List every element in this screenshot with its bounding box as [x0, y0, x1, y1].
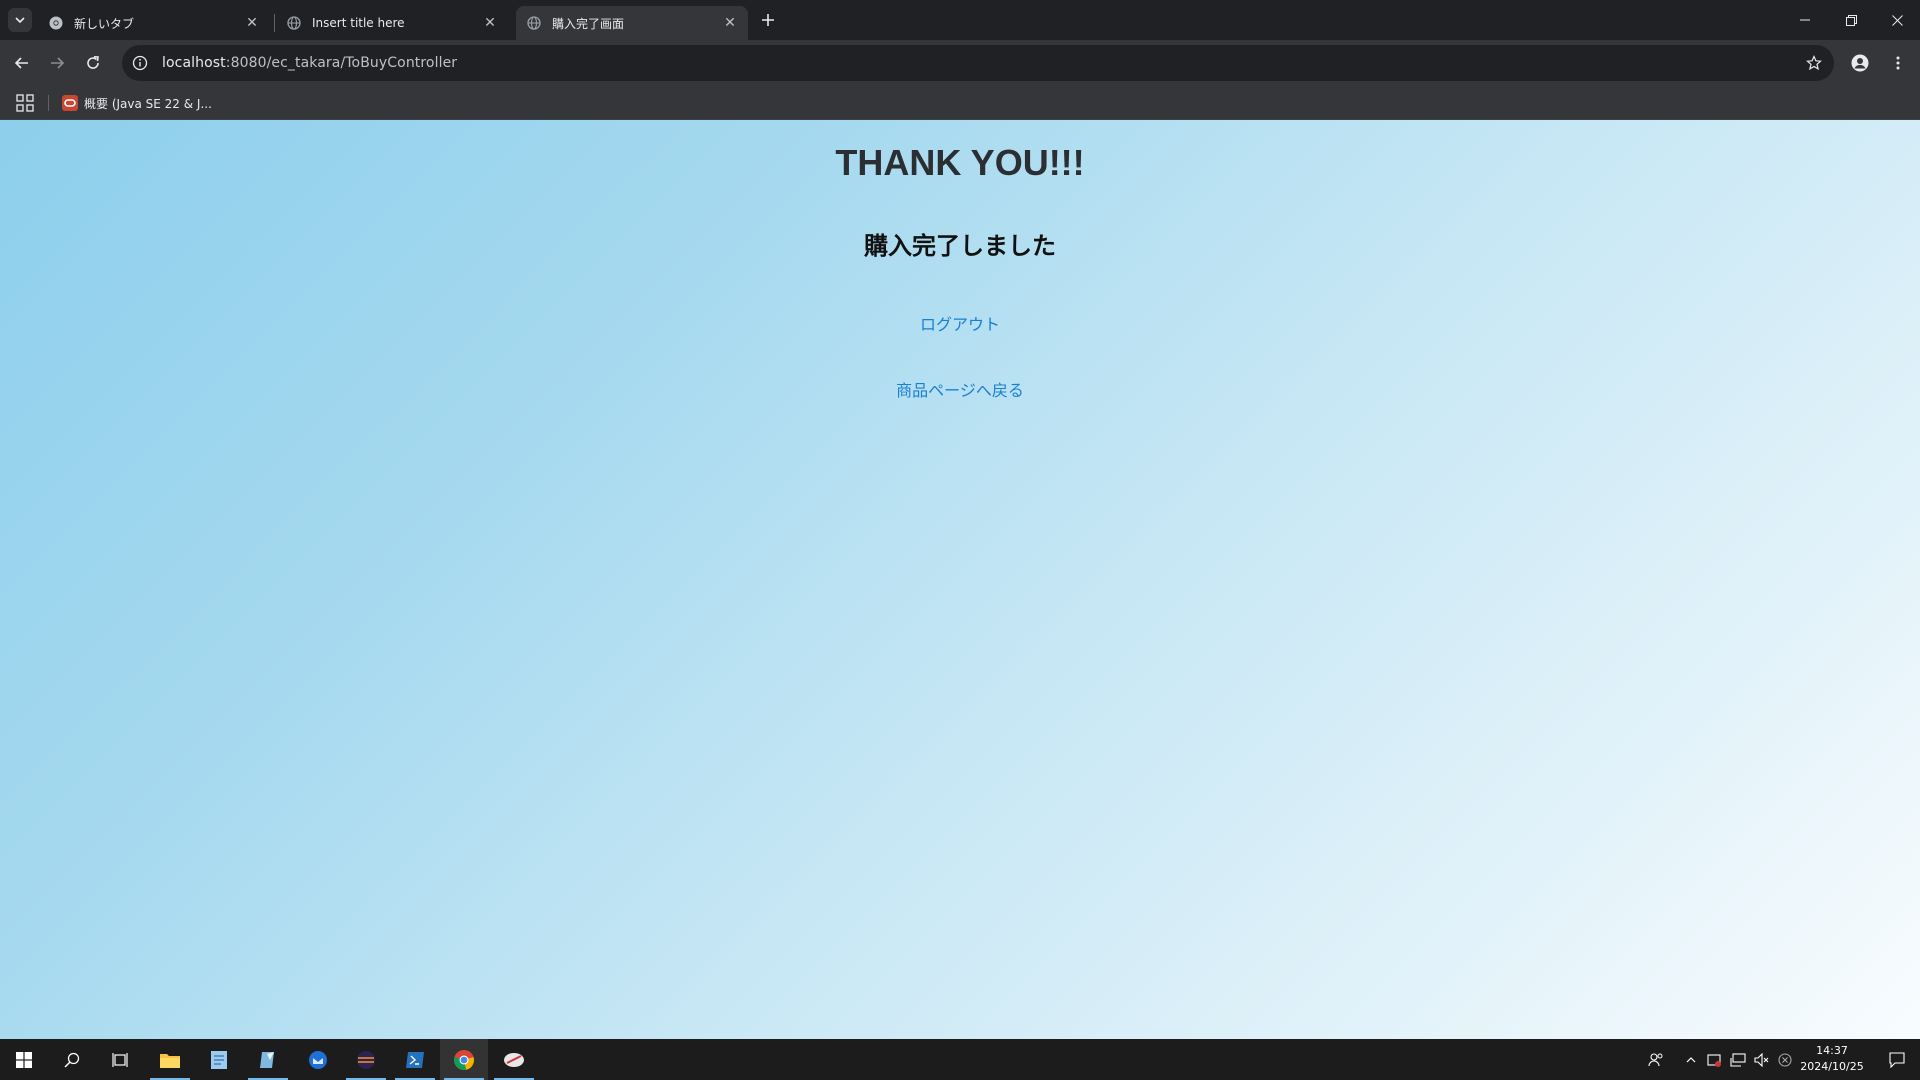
globe-icon: [286, 15, 302, 31]
bookmarks-bar: 概要 (Java SE 22 & J...: [0, 86, 1920, 120]
clock-time: 14:37: [1816, 1044, 1848, 1057]
task-view-button[interactable]: [96, 1039, 144, 1080]
url-text: localhost:8080/ec_takara/ToBuyController: [162, 55, 457, 71]
close-icon[interactable]: ✕: [480, 13, 500, 33]
taskbar-editor[interactable]: [244, 1039, 292, 1080]
snipping-icon: [504, 1052, 524, 1067]
reload-icon: [87, 56, 99, 69]
powershell-icon: [406, 1051, 424, 1068]
taskbar-eclipse[interactable]: [342, 1039, 390, 1080]
url-path: :8080/ec_takara/ToBuyController: [225, 55, 458, 71]
taskbar-notepad[interactable]: [195, 1039, 243, 1080]
taskbar-chrome[interactable]: [440, 1039, 488, 1080]
close-window-button[interactable]: [1874, 0, 1920, 40]
forward-button[interactable]: [41, 47, 73, 79]
network-icon[interactable]: [1727, 1039, 1749, 1080]
new-tab-button[interactable]: [756, 8, 780, 32]
windows-taskbar: 14:37 2024/10/25: [0, 1039, 1920, 1080]
taskbar-file-explorer[interactable]: [146, 1039, 194, 1080]
search-button[interactable]: [48, 1039, 96, 1080]
profile-button[interactable]: [1844, 47, 1876, 79]
page-content: THANK YOU!!! 購入完了しました ログアウト 商品ページへ戻る: [0, 120, 1920, 1039]
reload-button[interactable]: [77, 47, 109, 79]
tab-title: Insert title here: [312, 16, 405, 30]
address-bar[interactable]: localhost:8080/ec_takara/ToBuyController: [122, 45, 1834, 81]
editor-icon: [260, 1051, 274, 1068]
security-icon[interactable]: [1703, 1039, 1725, 1080]
tab-new-tab[interactable]: 新しいタブ ✕: [38, 6, 270, 40]
more-vert-icon: [1896, 56, 1900, 70]
task-view-icon: [112, 1052, 128, 1067]
purchase-complete-message: 購入完了しました: [864, 232, 1056, 260]
logout-link-row: ログアウト: [0, 311, 1920, 335]
back-link-row: 商品ページへ戻る: [0, 377, 1920, 401]
apps-grid-icon[interactable]: [16, 94, 34, 112]
tab-purchase-complete[interactable]: 購入完了画面 ✕: [516, 6, 748, 40]
minimize-icon: [1800, 19, 1810, 21]
plus-icon: [762, 14, 774, 26]
start-button[interactable]: [0, 1039, 48, 1080]
close-icon[interactable]: ✕: [242, 13, 262, 33]
restore-button[interactable]: [1828, 0, 1874, 40]
restore-icon: [1845, 14, 1857, 26]
mail-client-icon: [309, 1050, 327, 1069]
chrome-icon: [454, 1049, 474, 1070]
notification-center-icon[interactable]: [1874, 1039, 1920, 1080]
notepad-icon: [211, 1050, 227, 1069]
bookmark-label: 概要 (Java SE 22 & J...: [84, 96, 212, 111]
back-to-products-link[interactable]: 商品ページへ戻る: [896, 381, 1024, 400]
oracle-icon: [62, 95, 78, 111]
tab-insert-title[interactable]: Insert title here ✕: [276, 6, 508, 40]
arrow-left-icon: [14, 57, 28, 69]
bookmark-java-se[interactable]: 概要 (Java SE 22 & J...: [62, 91, 212, 115]
taskbar-powershell[interactable]: [391, 1039, 439, 1080]
profile-icon: [1851, 54, 1869, 72]
arrow-right-icon: [51, 57, 65, 69]
tab-title: 購入完了画面: [552, 16, 625, 31]
browser-toolbar: localhost:8080/ec_takara/ToBuyController: [0, 40, 1920, 86]
search-icon: [64, 1052, 80, 1068]
page-title: THANK YOU!!!: [835, 142, 1085, 183]
close-icon: [1891, 14, 1903, 26]
system-clock[interactable]: 14:37 2024/10/25: [1790, 1043, 1874, 1075]
url-host: localhost: [162, 55, 226, 71]
bookmark-separator: [48, 95, 49, 111]
taskbar-thunderbird[interactable]: [294, 1039, 342, 1080]
globe-icon: [526, 15, 542, 31]
tab-separator: [274, 14, 275, 32]
tab-search-button[interactable]: [8, 8, 32, 32]
people-icon[interactable]: [1644, 1039, 1668, 1080]
chevron-down-icon: [15, 17, 25, 24]
close-icon[interactable]: ✕: [720, 13, 740, 33]
chevron-up-icon[interactable]: [1680, 1039, 1702, 1080]
menu-button[interactable]: [1882, 47, 1914, 79]
bookmark-star-icon[interactable]: [1804, 53, 1824, 73]
volume-muted-icon[interactable]: [1751, 1039, 1773, 1080]
tab-strip: 新しいタブ ✕ Insert title here ✕ 購入完了画面 ✕: [0, 0, 1920, 40]
chrome-icon: [48, 15, 64, 31]
eclipse-icon: [357, 1050, 375, 1069]
taskbar-snipping-tool[interactable]: [490, 1039, 538, 1080]
info-icon[interactable]: [130, 53, 150, 73]
tab-title: 新しいタブ: [74, 16, 135, 31]
folder-icon: [160, 1053, 180, 1068]
back-button[interactable]: [6, 47, 38, 79]
minimize-button[interactable]: [1782, 0, 1828, 40]
logout-link[interactable]: ログアウト: [920, 315, 1000, 334]
clock-date: 2024/10/25: [1800, 1060, 1864, 1073]
windows-logo-icon: [16, 1051, 32, 1068]
